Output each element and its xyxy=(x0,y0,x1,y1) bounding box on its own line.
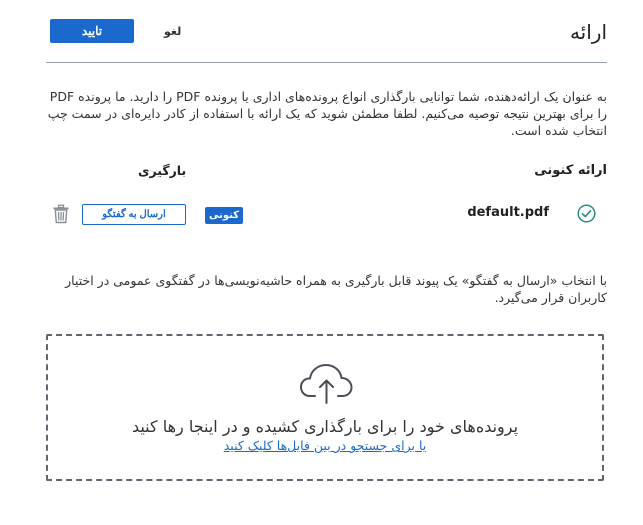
page-title: ارائه xyxy=(569,20,607,44)
dropzone-instruction: پرونده‌های خود را برای بارگذاری کشیده و … xyxy=(131,417,519,436)
trash-icon[interactable] xyxy=(52,204,70,224)
current-badge: کنونی xyxy=(205,207,244,224)
browse-files-link[interactable]: یا برای جستجو در بین فایل‌ها کلیک کنید xyxy=(46,438,604,453)
send-to-chat-button[interactable]: ارسال به گفتگو xyxy=(82,204,186,225)
cloud-upload-icon xyxy=(299,360,354,405)
confirm-button[interactable]: تایید xyxy=(50,19,134,43)
file-dropzone[interactable] xyxy=(46,334,604,481)
current-presentation-header: ارائه کنونی xyxy=(534,163,607,178)
check-circle-icon[interactable] xyxy=(577,204,596,223)
download-header: بارگیری xyxy=(138,163,187,178)
send-to-chat-note: با انتخاب «ارسال به گفتگو» یک پیوند قابل… xyxy=(65,273,607,305)
header-divider xyxy=(46,62,607,63)
cancel-button[interactable]: لغو xyxy=(164,25,181,38)
presentation-filename: default.pdf xyxy=(467,205,549,220)
intro-text: به عنوان یک ارائه‌دهنده، شما توانایی بار… xyxy=(47,89,607,138)
